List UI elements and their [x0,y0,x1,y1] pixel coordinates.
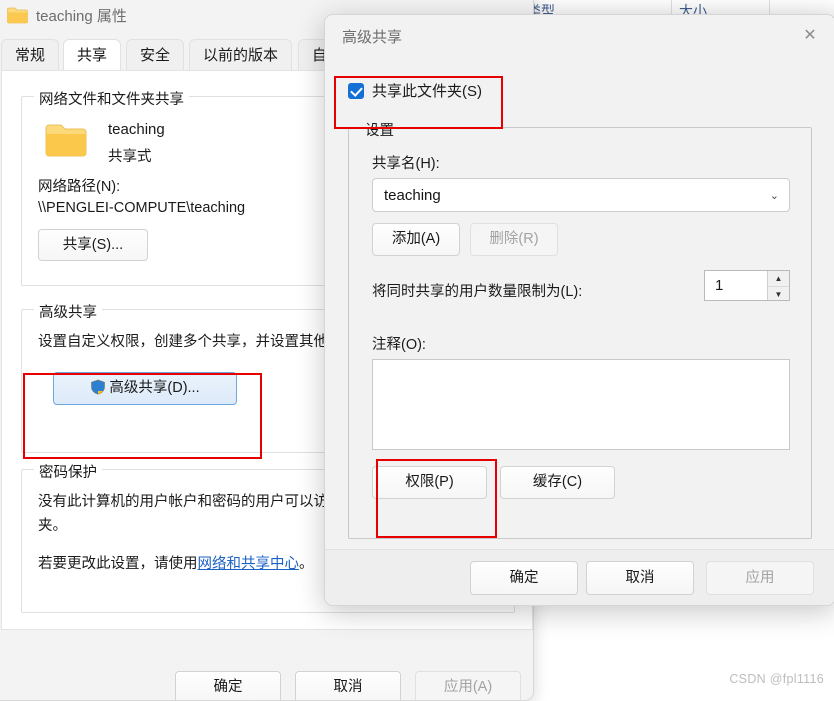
password-text-line3-prefix: 若要更改此设置，请使用 [38,556,198,572]
password-text-line1: 没有此计算机的用户帐户和密码的用户可以访 [38,494,328,510]
add-button[interactable]: 添加(A) [372,223,460,256]
advanced-dialog-footer: 确定 取消 应用 [325,549,834,605]
advanced-share-description: 设置自定义权限，创建多个共享，并设置其他 [38,334,328,350]
properties-ok-button[interactable]: 确定 [175,671,281,700]
share-name-label: 共享名(H): [372,156,440,172]
spinner-down-icon[interactable]: ▼ [768,287,789,302]
user-limit-label: 将同时共享的用户数量限制为(L): [372,284,583,300]
share-button[interactable]: 共享(S)... [38,229,148,261]
properties-cancel-button[interactable]: 取消 [295,671,401,700]
watermark: CSDN @fpl1116 [729,672,824,686]
properties-window-title: teaching 属性 [36,8,127,25]
comment-label: 注释(O): [372,337,426,353]
advanced-share-group-title: 高级共享 [34,301,102,322]
share-name-combobox[interactable]: teaching ⌄ [372,178,790,212]
password-text-line2: 夹。 [38,518,67,534]
advanced-cancel-button[interactable]: 取消 [586,561,694,595]
network-path-label: 网络路径(N): [38,179,121,195]
folder-icon [7,7,28,24]
tab-previous-versions[interactable]: 以前的版本 [189,39,293,71]
close-icon[interactable]: ✕ [793,22,827,50]
advanced-dialog-title: 高级共享 [342,29,403,46]
remove-button[interactable]: 删除(R) [470,223,558,256]
advanced-dialog-titlebar: 高级共享 ✕ [325,15,834,59]
password-text-line3-suffix: 。 [299,556,314,572]
network-sharing-center-link[interactable]: 网络和共享中心 [198,556,300,572]
annotation-box-share-checkbox [334,76,503,129]
advanced-apply-button[interactable]: 应用 [706,561,814,595]
user-limit-value: 1 [715,277,724,294]
user-limit-spinner[interactable]: 1 ▲ ▼ [704,270,790,301]
chevron-down-icon[interactable]: ⌄ [770,179,779,213]
tab-security[interactable]: 安全 [126,39,185,71]
properties-apply-button[interactable]: 应用(A) [415,671,521,700]
share-name-value: teaching [384,187,441,204]
network-path-value: \\PENGLEI-COMPUTE\teaching [38,200,246,216]
folder-icon [45,124,87,157]
annotation-box-permissions [376,459,497,538]
advanced-ok-button[interactable]: 确定 [470,561,578,595]
password-protection-group-title: 密码保护 [34,461,102,482]
shared-folder-state: 共享式 [108,149,152,165]
tab-sharing[interactable]: 共享 [63,39,122,71]
spinner-up-icon[interactable]: ▲ [768,271,789,287]
comment-textarea[interactable] [372,359,790,450]
annotation-box-advanced-share [23,373,262,459]
shared-folder-name: teaching [108,121,165,138]
spinner-buttons[interactable]: ▲ ▼ [767,271,789,300]
cache-button[interactable]: 缓存(C) [500,466,615,499]
tab-general[interactable]: 常规 [1,39,60,71]
advanced-dialog-content: 共享此文件夹(S) 设置 共享名(H): teaching ⌄ 添加(A) 删除… [325,59,834,549]
network-share-group-title: 网络文件和文件夹共享 [34,88,189,109]
